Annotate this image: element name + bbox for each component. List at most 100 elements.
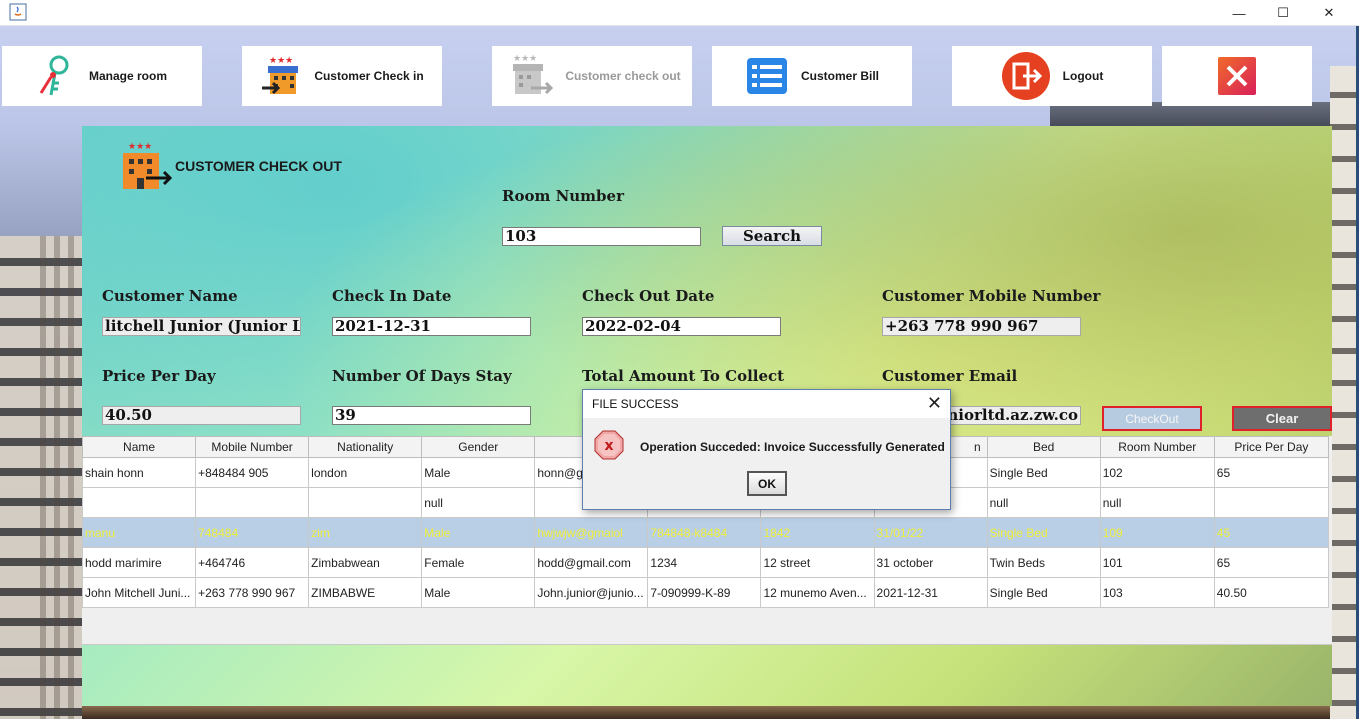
dialog-title: FILE SUCCESS — [592, 397, 679, 411]
table-cell[interactable]: 101 — [1099, 547, 1215, 578]
table-cell[interactable]: null — [421, 487, 536, 518]
customer-check-out-button[interactable]: ★★★ Customer check out — [492, 46, 692, 106]
hotel-checkout-icon: ★★★ — [123, 141, 172, 189]
customer-name-field[interactable]: litchell Junior (Junior Ltd) — [102, 317, 301, 336]
table-cell[interactable]: John.junior@junio... — [534, 577, 649, 608]
table-cell[interactable]: +464746 — [195, 547, 310, 578]
dialog-close-icon[interactable]: ✕ — [927, 394, 942, 412]
room-number-input[interactable]: 103 — [502, 227, 701, 246]
column-header[interactable]: Name — [81, 436, 197, 458]
table-cell[interactable]: Male — [421, 577, 536, 608]
ok-button[interactable]: OK — [747, 471, 787, 496]
svg-text:★★★: ★★★ — [513, 53, 537, 63]
table-row[interactable]: hodd marimire +464746 Zimbabwean Female hodd… — [81, 547, 1330, 578]
table-cell[interactable]: manu — [81, 517, 197, 548]
table-cell[interactable]: 7-090999-K-89 — [647, 577, 762, 608]
table-cell[interactable]: 784848-k8484 — [647, 517, 762, 548]
search-button[interactable]: Search — [722, 226, 822, 246]
table-cell[interactable]: Male — [421, 517, 536, 548]
total-amount-label: Total Amount To Collect — [582, 367, 785, 385]
table-cell[interactable]: 12 munemo Aven... — [760, 577, 875, 608]
table-cell[interactable]: 40.50 — [1213, 577, 1330, 608]
manage-room-button[interactable]: Manage room — [2, 46, 202, 106]
page-title: CUSTOMER CHECK OUT — [175, 158, 342, 174]
logout-button[interactable]: Logout — [952, 46, 1152, 106]
table-cell[interactable]: Male — [421, 457, 536, 488]
table-cell[interactable]: hodd@gmail.com — [534, 547, 649, 578]
table-cell[interactable]: Female — [421, 547, 536, 578]
window-close-button[interactable]: ✕ — [1306, 0, 1352, 26]
table-cell[interactable]: Single Bed — [986, 517, 1101, 548]
checkout-button[interactable]: CheckOut — [1102, 406, 1202, 431]
table-row[interactable]: John Mitchell Juni... +263 778 990 967 ZIM… — [81, 577, 1330, 608]
check-out-date-label: Check Out Date — [582, 287, 715, 305]
table-cell[interactable]: +263 778 990 967 — [195, 577, 310, 608]
customer-bill-label: Customer Bill — [800, 69, 879, 83]
column-header[interactable]: Room Number — [1099, 436, 1215, 458]
svg-text:★★★: ★★★ — [128, 141, 152, 151]
table-cell[interactable] — [195, 487, 310, 518]
table-cell[interactable] — [1213, 487, 1330, 518]
exit-app-button[interactable] — [1162, 46, 1312, 106]
maximize-button[interactable]: ☐ — [1260, 0, 1306, 26]
table-cell[interactable]: 1234 — [647, 547, 762, 578]
check-in-date-field[interactable]: 2021-12-31 — [332, 317, 531, 336]
table-cell[interactable]: hodd marimire — [81, 547, 197, 578]
check-out-date-field[interactable]: 2022-02-04 — [582, 317, 781, 336]
table-cell[interactable] — [81, 487, 197, 518]
table-cell[interactable]: 12 street — [760, 547, 875, 578]
manage-room-label: Manage room — [88, 69, 167, 83]
table-cell[interactable]: Twin Beds — [986, 547, 1101, 578]
table-cell[interactable]: John Mitchell Juni... — [81, 577, 197, 608]
table-cell[interactable]: london — [308, 457, 423, 488]
table-cell[interactable]: 102 — [1099, 457, 1215, 488]
table-cell[interactable]: hwjwjw@gmaiol — [534, 517, 649, 548]
table-cell[interactable]: 1842 — [760, 517, 875, 548]
svg-text:x: x — [604, 438, 613, 454]
logout-icon — [1001, 52, 1050, 100]
mobile-number-field[interactable]: +263 778 990 967 — [882, 317, 1081, 336]
table-cell[interactable]: 31 october — [873, 547, 988, 578]
table-cell[interactable]: null — [1099, 487, 1215, 518]
column-header[interactable]: Mobile Number — [195, 436, 310, 458]
days-stay-label: Number Of Days Stay — [332, 367, 512, 385]
table-cell[interactable]: shain honn — [81, 457, 197, 488]
table-cell[interactable] — [308, 487, 423, 518]
customer-check-in-button[interactable]: ★★★ Customer Check in — [242, 46, 442, 106]
table-cell[interactable]: Single Bed — [986, 457, 1101, 488]
clear-button[interactable]: Clear — [1232, 406, 1332, 431]
column-header[interactable]: Bed — [986, 436, 1101, 458]
dialog-message: Operation Succeded: Invoice Successfully… — [640, 440, 945, 454]
window-titlebar: — ☐ ✕ — [0, 0, 1359, 26]
logout-label: Logout — [1062, 69, 1104, 83]
table-cell[interactable]: 748484 — [195, 517, 310, 548]
customer-bill-button[interactable]: Customer Bill — [712, 46, 912, 106]
table-cell[interactable]: 2021-12-31 — [873, 577, 988, 608]
check-in-date-label: Check In Date — [332, 287, 452, 305]
column-header[interactable]: Nationality — [308, 436, 423, 458]
table-cell[interactable]: 65 — [1213, 547, 1330, 578]
table-cell[interactable]: 45 — [1213, 517, 1330, 548]
table-cell[interactable]: 109 — [1099, 517, 1215, 548]
mobile-number-label: Customer Mobile Number — [882, 287, 1101, 305]
table-cell[interactable]: 103 — [1099, 577, 1215, 608]
table-cell[interactable]: zim — [308, 517, 423, 548]
table-cell[interactable]: ZIMBABWE — [308, 577, 423, 608]
room-number-label: Room Number — [502, 187, 624, 205]
days-stay-field[interactable]: 39 — [332, 406, 531, 425]
table-cell[interactable]: Single Bed — [986, 577, 1101, 608]
price-per-day-field[interactable]: 40.50 — [102, 406, 301, 425]
customer-name-label: Customer Name — [102, 287, 238, 305]
table-cell[interactable]: 65 — [1213, 457, 1330, 488]
table-cell[interactable]: +848484 905 — [195, 457, 310, 488]
customer-check-out-label: Customer check out — [565, 69, 681, 83]
table-cell[interactable]: Zimbabwean — [308, 547, 423, 578]
close-app-icon — [1218, 57, 1256, 95]
table-cell[interactable]: 31/01/22 — [873, 517, 988, 548]
column-header[interactable]: Gender — [421, 436, 536, 458]
minimize-button[interactable]: — — [1216, 0, 1262, 26]
column-header[interactable]: Price Per Day — [1213, 436, 1330, 458]
table-row[interactable]: manu 748484 zim Male hwjwjw@gmaiol 784848-k84… — [81, 517, 1330, 548]
table-cell[interactable]: null — [986, 487, 1101, 518]
svg-text:★★★: ★★★ — [269, 55, 293, 65]
